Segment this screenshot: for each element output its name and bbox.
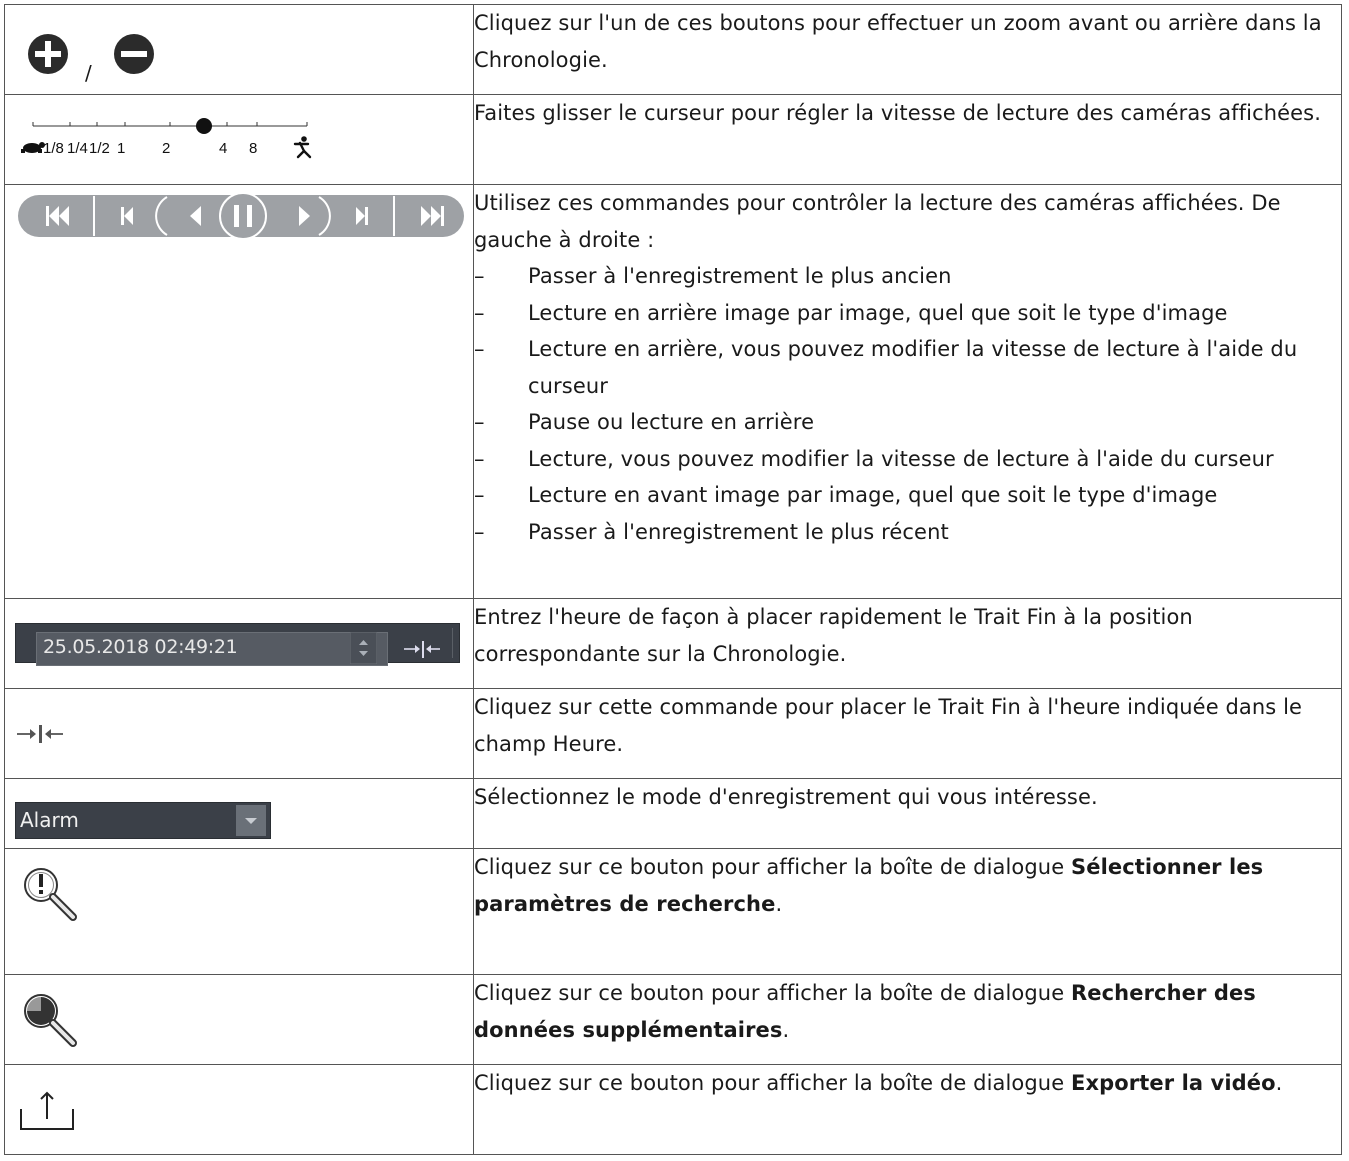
recording-mode-dropdown[interactable]: Alarm: [15, 802, 271, 839]
description-cell: Faites glisser le curseur pour régler la…: [473, 94, 1342, 185]
table-row: Cliquez sur ce bouton pour afficher la b…: [4, 1064, 1342, 1155]
dropdown-button[interactable]: [236, 805, 266, 836]
control-list: – Passer à l'enregistrement le plus ancie…: [474, 258, 1341, 550]
icon-cell: /: [4, 4, 474, 95]
icon-cell: [4, 184, 474, 599]
dash-mark: –: [474, 483, 485, 507]
slider-handle[interactable]: [196, 118, 212, 134]
dash-mark: –: [474, 519, 485, 544]
list-item-text: Passer à l'enregistrement le plus ancien: [528, 264, 952, 288]
list-item-text: Lecture en arrière, vous pouvez modifier…: [528, 337, 1298, 398]
list-item-text: Pause ou lecture en arrière: [528, 410, 815, 434]
text-before: Cliquez sur ce bouton pour afficher la b…: [474, 1071, 1072, 1095]
speed-label: 1: [117, 140, 125, 157]
description-text: Cliquez sur l'un de ces boutons pour eff…: [474, 11, 1322, 72]
dialog-name: Exporter la vidéo: [1071, 1071, 1276, 1095]
playback-speed-slider[interactable]: 1/8 1/4 1/2 1 2 4 8: [17, 113, 327, 173]
description-cell: Cliquez sur ce bouton pour afficher la b…: [473, 974, 1342, 1065]
dash-mark: –: [474, 300, 485, 325]
table-row: Cliquez sur cette commande pour placer l…: [4, 688, 1342, 779]
datetime-value: 25.05.2018 02:49:21: [43, 636, 238, 658]
list-item: – Lecture, vous pouvez modifier la vitess…: [474, 441, 1341, 478]
speed-label: 4: [219, 140, 227, 157]
table-row: 1/8 1/4 1/2 1 2 4 8 Faites glisser le curseur …: [4, 94, 1342, 185]
description-cell: Cliquez sur ce bouton pour afficher la b…: [473, 848, 1342, 975]
list-item-text: Lecture, vous pouvez modifier la vitesse…: [528, 446, 1274, 471]
export-icon[interactable]: [19, 1085, 79, 1133]
description-cell: Sélectionnez le mode d'enregistrement qu…: [473, 778, 1342, 849]
description-cell: Cliquez sur cette commande pour placer l…: [473, 688, 1342, 779]
turtle-icon: [21, 142, 45, 153]
speed-label: 1/8: [43, 140, 64, 157]
list-item: – Passer à l'enregistrement le plus ancie…: [474, 258, 1341, 295]
speed-label: 2: [162, 140, 170, 157]
description-text: Cliquez sur ce bouton pour afficher la b…: [474, 849, 1341, 922]
separator-slash: /: [85, 61, 92, 85]
datetime-toolbar: 25.05.2018 02:49:21: [15, 623, 460, 666]
description-text: Cliquez sur ce bouton pour afficher la b…: [474, 1065, 1341, 1102]
table-row: Utilisez ces commandes pour contrôler la…: [4, 184, 1342, 599]
datetime-spinner[interactable]: [350, 632, 377, 664]
toolbar-divider: [452, 628, 453, 658]
list-item-text: Passer à l'enregistrement le plus récent: [528, 519, 949, 544]
dash-mark: –: [474, 337, 485, 361]
list-item: – Pause ou lecture en arrière: [474, 404, 1341, 441]
text-after: .: [775, 891, 783, 916]
table-row: / Cliquez sur l'un de ces boutons pour e…: [4, 4, 1342, 95]
dash-mark: –: [474, 264, 485, 288]
icon-cell: [4, 848, 474, 975]
description-cell: Entrez l'heure de façon à placer rapidem…: [473, 598, 1342, 689]
text-after: .: [782, 1017, 790, 1042]
zoom-out-icon[interactable]: [113, 33, 155, 75]
list-item: – Passer à l'enregistrement le plus récen…: [474, 514, 1341, 551]
text-before: Cliquez sur ce bouton pour afficher la b…: [474, 981, 1072, 1005]
list-item: – Lecture en arrière image par image, que…: [474, 295, 1341, 332]
description-intro: Utilisez ces commandes pour contrôler la…: [474, 191, 1281, 252]
search-data-icon[interactable]: [19, 989, 83, 1053]
speed-label: 1/2: [89, 140, 110, 157]
table-row: Cliquez sur ce bouton pour afficher la b…: [4, 848, 1342, 975]
description-cell: Cliquez sur l'un de ces boutons pour eff…: [473, 4, 1342, 95]
description-cell: Utilisez ces commandes pour contrôler la…: [473, 184, 1342, 599]
text-after: .: [1275, 1071, 1283, 1095]
playback-controls: [18, 193, 464, 239]
list-item: – Lecture en arrière, vous pouvez modifie…: [474, 331, 1341, 404]
dropdown-value: Alarm: [20, 808, 79, 832]
list-item-text: Lecture en arrière image par image, quel…: [528, 300, 1228, 325]
chevron-down-icon: [245, 818, 257, 824]
dash-mark: –: [474, 446, 485, 471]
table-row: 25.05.2018 02:49:21 Entrez l'heure de fa…: [4, 598, 1342, 689]
table-row: Alarm Sélectionnez le mode d'enregistrem…: [4, 778, 1342, 849]
description-text: Entrez l'heure de façon à placer rapidem…: [474, 605, 1193, 666]
zoom-in-icon[interactable]: [27, 33, 69, 75]
datetime-input[interactable]: 25.05.2018 02:49:21: [36, 632, 388, 666]
description-text: Cliquez sur ce bouton pour afficher la b…: [474, 975, 1341, 1048]
icon-cell: [4, 688, 474, 779]
description-cell: Cliquez sur ce bouton pour afficher la b…: [473, 1064, 1342, 1155]
list-item: – Lecture en avant image par image, quel …: [474, 477, 1341, 514]
dash-mark: –: [474, 410, 485, 434]
list-item-text: Lecture en avant image par image, quel q…: [528, 483, 1218, 507]
icon-cell: Alarm: [4, 778, 474, 849]
speed-label: 8: [249, 140, 257, 157]
icon-cell: 1/8 1/4 1/2 1 2 4 8: [4, 94, 474, 185]
runner-icon: [293, 136, 312, 159]
set-hairline-icon[interactable]: [402, 638, 444, 660]
description-text: Sélectionnez le mode d'enregistrement qu…: [474, 785, 1098, 809]
table-row: Cliquez sur ce bouton pour afficher la b…: [4, 974, 1342, 1065]
set-hairline-icon[interactable]: [15, 722, 67, 746]
icon-cell: [4, 974, 474, 1065]
reference-table: / Cliquez sur l'un de ces boutons pour e…: [4, 4, 1342, 1155]
description-text: Faites glisser le curseur pour régler la…: [474, 101, 1321, 125]
speed-label: 1/4: [67, 140, 88, 157]
icon-cell: 25.05.2018 02:49:21: [4, 598, 474, 689]
search-alert-icon[interactable]: [19, 863, 83, 927]
description-text: Cliquez sur cette commande pour placer l…: [474, 695, 1303, 756]
text-before: Cliquez sur ce bouton pour afficher la b…: [474, 855, 1072, 879]
icon-cell: [4, 1064, 474, 1155]
